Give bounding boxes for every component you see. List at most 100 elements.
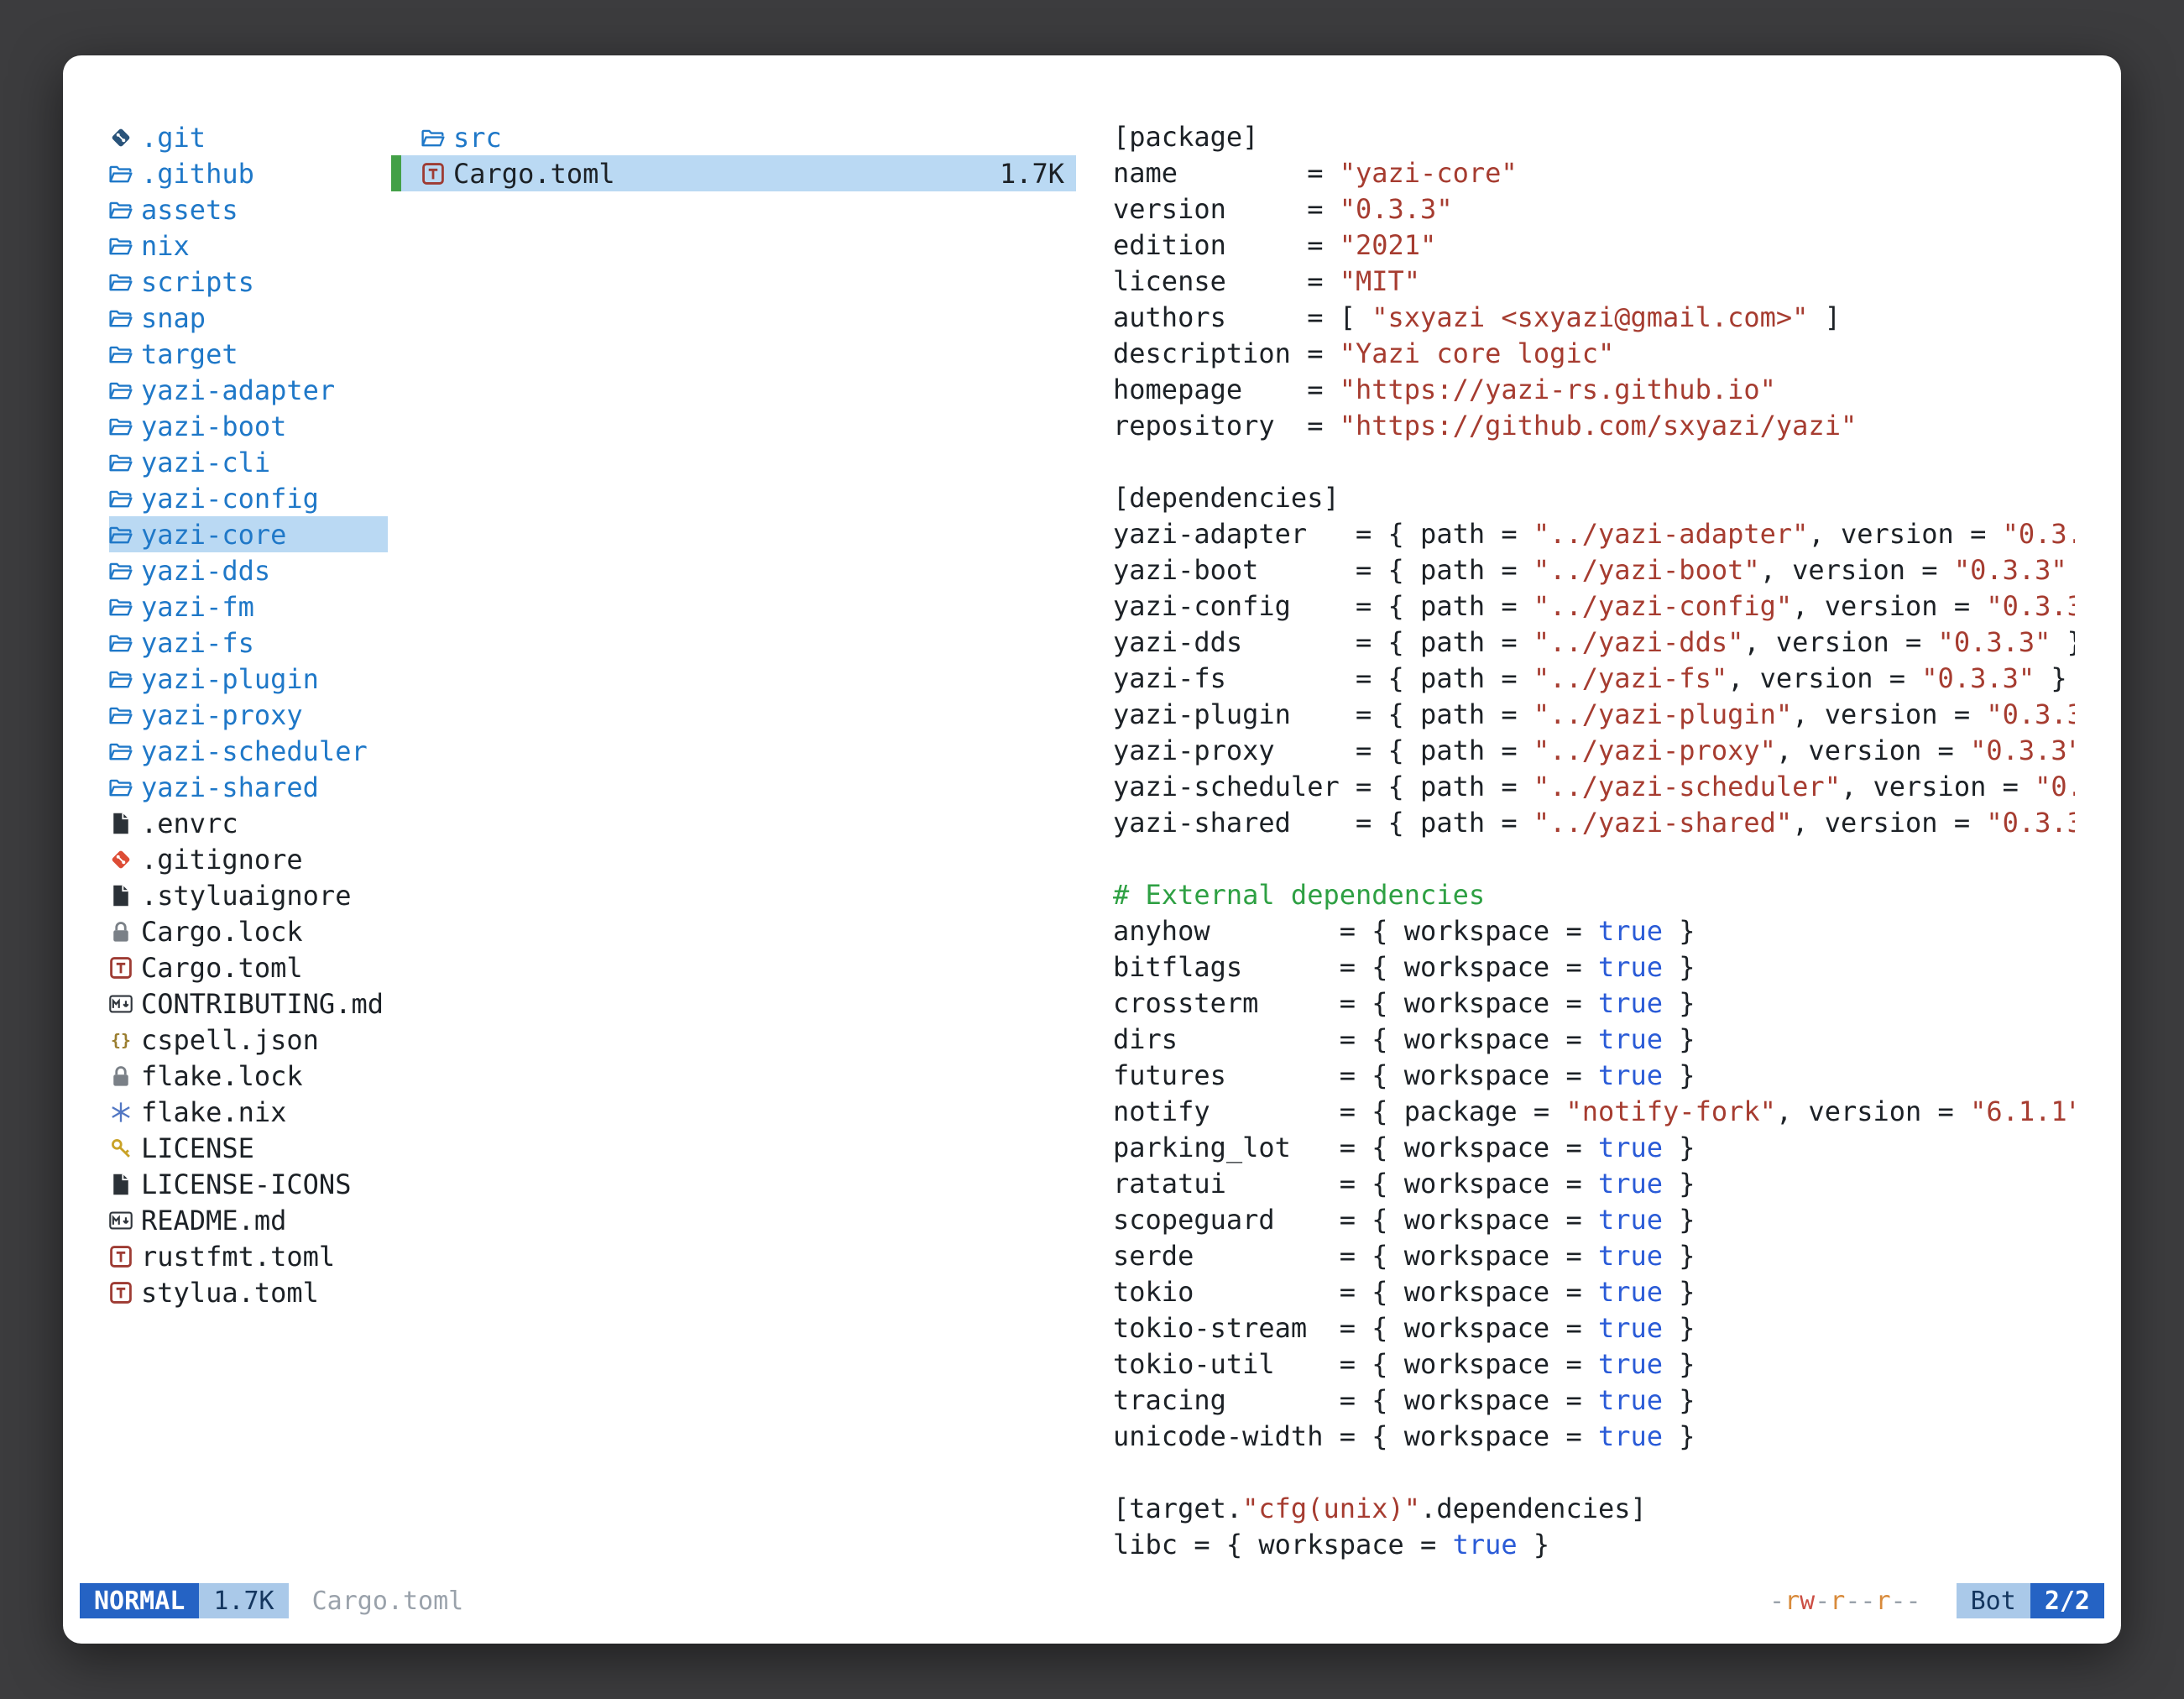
file-row-yazi-shared[interactable]: yazi-shared [109,769,388,805]
file-icon [109,812,141,835]
file-row-yazi-fs[interactable]: yazi-fs [109,625,388,661]
folder-icon [109,270,141,294]
preview-line: [target."cfg(unix)".dependencies] [1113,1491,2075,1527]
file-name-label: yazi-plugin [141,663,319,695]
file-row-stylua-toml[interactable]: stylua.toml [109,1274,388,1310]
file-row-yazi-plugin[interactable]: yazi-plugin [109,661,388,697]
file-row-cspell-json[interactable]: {}cspell.json [109,1022,388,1058]
file-row-git[interactable]: .git [109,119,388,155]
file-size-label: 1.7K [1000,158,1076,190]
file-name-label: yazi-config [141,483,319,515]
preview-line: scopeguard = { workspace = true } [1113,1202,2075,1238]
file-row-yazi-fm[interactable]: yazi-fm [109,588,388,625]
markdown-icon [109,1209,141,1232]
file-row-license[interactable]: LICENSE [109,1130,388,1166]
preview-line: # External dependencies [1113,877,2075,913]
file-row-yazi-adapter[interactable]: yazi-adapter [109,372,388,408]
file-name-label: LICENSE-ICONS [141,1168,351,1200]
file-row-envrc[interactable]: .envrc [109,805,388,841]
toml-icon [109,1245,141,1268]
file-row-readme-md[interactable]: README.md [109,1202,388,1238]
folder-icon [109,559,141,583]
file-row-yazi-scheduler[interactable]: yazi-scheduler [109,733,388,769]
preview-line: crossterm = { workspace = true } [1113,985,2075,1022]
file-row-flake-lock[interactable]: flake.lock [109,1058,388,1094]
preview-line: name = "yazi-core" [1113,155,2075,191]
folder-icon [109,523,141,546]
file-name-label: target [141,338,238,370]
file-name-label: scripts [141,266,254,298]
folder-icon [109,740,141,763]
toml-icon [109,956,141,980]
toml-icon [109,1281,141,1304]
snowflake-icon [109,1100,141,1124]
file-row-flake-nix[interactable]: flake.nix [109,1094,388,1130]
preview-line: edition = "2021" [1113,227,2075,264]
file-name-label: Cargo.lock [141,916,303,948]
file-icon [109,884,141,907]
braces-icon: {} [109,1028,141,1052]
svg-text:{}: {} [111,1031,131,1050]
file-row-cargo-lock[interactable]: Cargo.lock [109,913,388,949]
preview-line: authors = [ "sxyazi <sxyazi@gmail.com>" … [1113,300,2075,336]
preview-line: yazi-scheduler = { path = "../yazi-sched… [1113,769,2075,805]
preview-line: unicode-width = { workspace = true } [1113,1419,2075,1455]
folder-icon [109,631,141,655]
file-row-target[interactable]: target [109,336,388,372]
parent-directory-pane: .git.githubassetsnixscriptssnaptargetyaz… [109,119,388,1568]
preview-line: bitflags = { workspace = true } [1113,949,2075,985]
preview-line: notify = { package = "notify-fork", vers… [1113,1094,2075,1130]
file-name-label: stylua.toml [141,1277,319,1309]
file-row-cargo-toml[interactable]: Cargo.toml [109,949,388,985]
file-name-label: CONTRIBUTING.md [141,988,384,1020]
current-directory-pane: srcCargo.toml1.7K [391,119,1076,1568]
file-size-badge: 1.7K [199,1583,288,1618]
folder-icon [109,415,141,438]
file-row-rustfmt-toml[interactable]: rustfmt.toml [109,1238,388,1274]
preview-line: yazi-plugin = { path = "../yazi-plugin",… [1113,697,2075,733]
preview-line: yazi-adapter = { path = "../yazi-adapter… [1113,516,2075,552]
preview-line: version = "0.3.3" [1113,191,2075,227]
file-row-yazi-cli[interactable]: yazi-cli [109,444,388,480]
git-icon [109,848,141,871]
folder-icon [421,126,453,149]
file-count-badge: 2/2 [2030,1583,2104,1618]
folder-icon [109,234,141,258]
preview-line: futures = { workspace = true } [1113,1058,2075,1094]
preview-line: yazi-dds = { path = "../yazi-dds", versi… [1113,625,2075,661]
file-name-label: yazi-scheduler [141,735,368,767]
preview-line: yazi-shared = { path = "../yazi-shared",… [1113,805,2075,841]
file-name-label: .styluaignore [141,880,351,912]
file-name-label: yazi-fm [141,591,254,623]
file-row-yazi-config[interactable]: yazi-config [109,480,388,516]
file-row-cargo-toml[interactable]: Cargo.toml1.7K [391,155,1076,191]
panes-container: .git.githubassetsnixscriptssnaptargetyaz… [63,55,2121,1568]
file-row-scripts[interactable]: scripts [109,264,388,300]
file-row-snap[interactable]: snap [109,300,388,336]
preview-line: libc = { workspace = true } [1113,1527,2075,1563]
folder-icon [109,776,141,799]
file-row-github[interactable]: .github [109,155,388,191]
file-name-label: yazi-proxy [141,699,303,731]
file-name-label: .github [141,158,254,190]
file-row-yazi-dds[interactable]: yazi-dds [109,552,388,588]
file-row-contributing-md[interactable]: CONTRIBUTING.md [109,985,388,1022]
file-row-yazi-core[interactable]: yazi-core [109,516,388,552]
folder-icon [109,342,141,366]
file-row-src[interactable]: src [391,119,1076,155]
file-row-license-icons[interactable]: LICENSE-ICONS [109,1166,388,1202]
file-row-assets[interactable]: assets [109,191,388,227]
file-row-yazi-boot[interactable]: yazi-boot [109,408,388,444]
preview-line: yazi-config = { path = "../yazi-config",… [1113,588,2075,625]
file-row-styluaignore[interactable]: .styluaignore [109,877,388,913]
file-name-label: LICENSE [141,1132,254,1164]
file-row-yazi-proxy[interactable]: yazi-proxy [109,697,388,733]
git-folder-icon [109,126,141,149]
preview-line: homepage = "https://yazi-rs.github.io" [1113,372,2075,408]
file-row-gitignore[interactable]: .gitignore [109,841,388,877]
preview-line: [dependencies] [1113,480,2075,516]
file-name-label: yazi-cli [141,447,270,478]
preview-line [1113,1455,2075,1491]
file-name-label: .envrc [141,808,238,839]
file-row-nix[interactable]: nix [109,227,388,264]
